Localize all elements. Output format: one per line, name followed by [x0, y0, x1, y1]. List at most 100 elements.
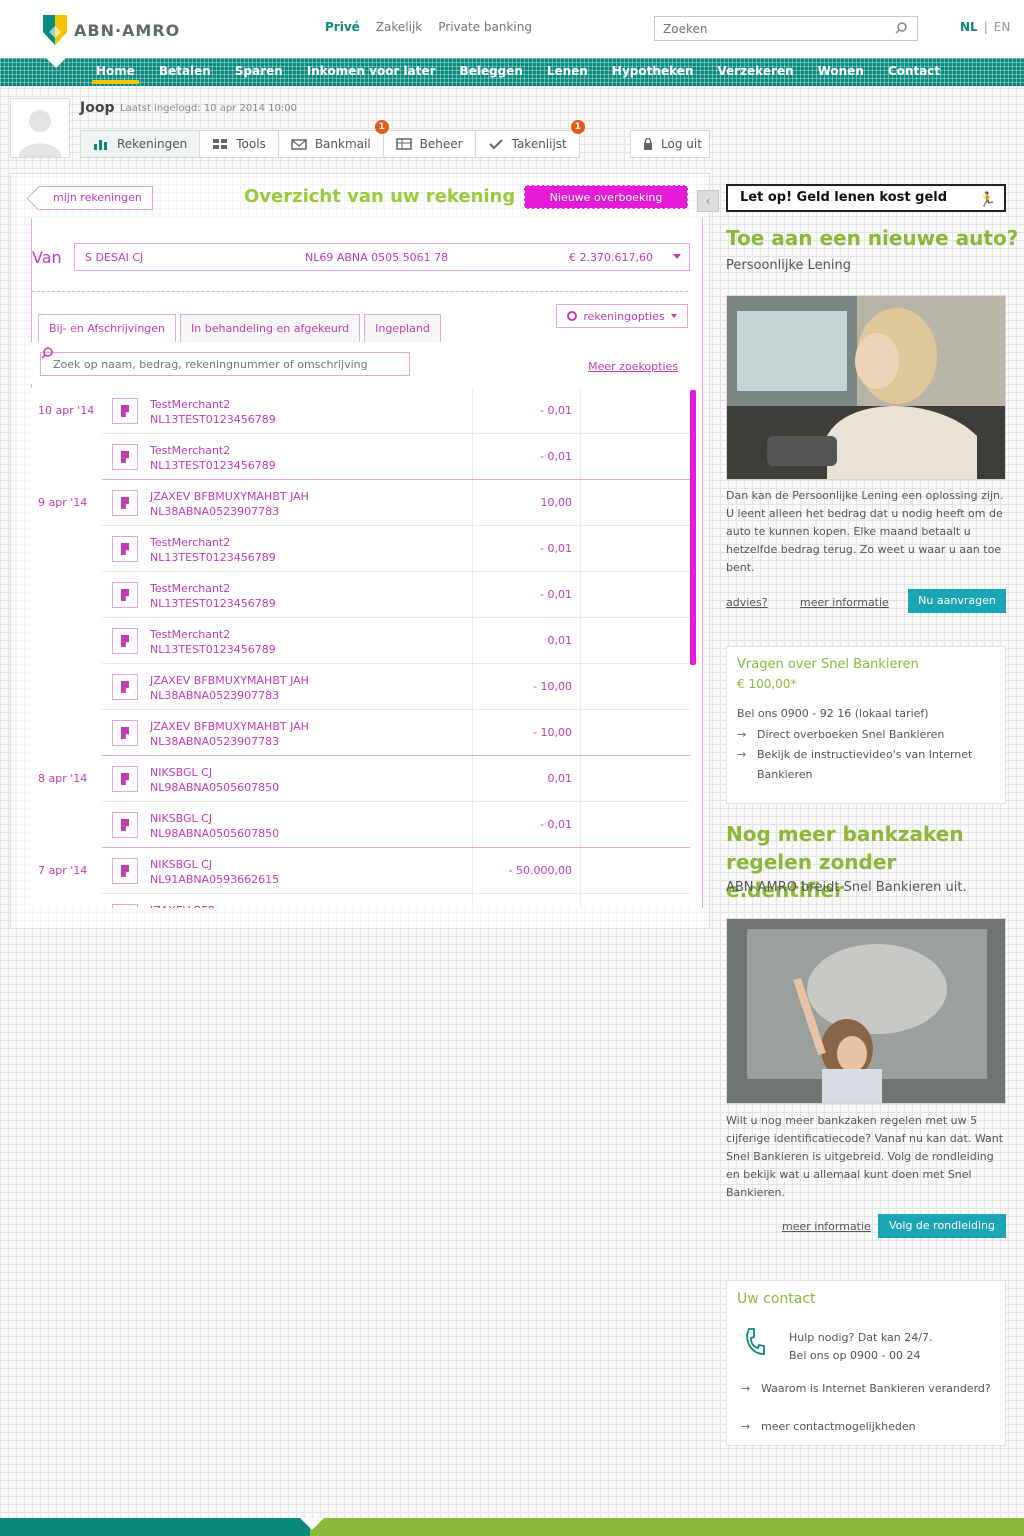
- car-ad-title[interactable]: Toe aan een nieuwe auto?: [726, 226, 1018, 250]
- account-selector[interactable]: S DESAI CJ NL69 ABNA 0505 5061 78 € 2.37…: [74, 243, 690, 271]
- nav-betalen[interactable]: Betalen: [147, 64, 223, 86]
- toolbar-takenlijst[interactable]: Takenlijst 1: [476, 120, 585, 157]
- segment-prive[interactable]: Privé: [325, 20, 360, 34]
- counterparty-iban: NL13TEST0123456789: [150, 551, 276, 564]
- toolbar-bankmail[interactable]: Bankmail 1: [279, 120, 389, 157]
- girl-at-window-image: [727, 919, 1005, 1103]
- segment-zakelijk[interactable]: Zakelijk: [376, 20, 422, 34]
- account-options-button[interactable]: rekeningopties: [556, 304, 688, 328]
- tab-ingepland[interactable]: Ingepland: [364, 314, 441, 342]
- transaction-row[interactable]: 7 apr '14 NIKSBGL CJ NL91ABNA0593662615 - 5…: [30, 848, 690, 894]
- column-divider: [580, 894, 581, 908]
- merchant-icon: [112, 536, 138, 562]
- check-icon: [488, 139, 503, 150]
- column-divider: [472, 756, 473, 801]
- follow-tour-button[interactable]: Volg de rondleiding: [878, 1214, 1006, 1238]
- more-search-options-link[interactable]: Meer zoekopties: [588, 360, 678, 373]
- card-price: € 100,00*: [737, 677, 797, 691]
- merchant-icon: [112, 490, 138, 516]
- transaction-row[interactable]: JZAXEV BFBMUXYMAHBT JAH NL38ABNA052390778…: [30, 710, 690, 756]
- transaction-row[interactable]: TestMerchant2 NL13TEST0123456789 - 0,01: [30, 434, 690, 480]
- brand-name: ABN·AMRO: [74, 20, 181, 40]
- transaction-cell: JZAXEV BFBMUXYMAHBT JAH NL38ABNA052390778…: [102, 664, 690, 710]
- running-man-icon: 🏃: [978, 192, 996, 208]
- transaction-list: 10 apr '14 TestMerchant2 NL13TEST012345678…: [30, 388, 690, 908]
- counterparty-iban: NL38ABNA0523907783: [150, 505, 280, 518]
- nav-sparen[interactable]: Sparen: [223, 64, 295, 86]
- transaction-row[interactable]: TestMerchant2 NL13TEST0123456789 0,01: [30, 618, 690, 664]
- column-divider: [472, 664, 473, 709]
- transaction-cell: NIKSBGL CJ NL98ABNA0505607850 - 0,01: [102, 802, 690, 848]
- nav-lenen[interactable]: Lenen: [535, 64, 600, 86]
- transaction-row[interactable]: JZAXEV BFB: [30, 894, 690, 908]
- collapse-handle-icon[interactable]: ‹: [697, 190, 719, 212]
- transaction-row[interactable]: 10 apr '14 TestMerchant2 NL13TEST012345678…: [30, 388, 690, 434]
- account-holder: S DESAI CJ: [85, 250, 144, 264]
- contact-link-why-changed[interactable]: Waarom is Internet Bankieren veranderd?: [741, 1379, 991, 1399]
- column-divider: [580, 848, 581, 893]
- toolbar-tools[interactable]: Tools: [200, 131, 279, 157]
- snel-link-instructievideo[interactable]: Bekijk de instructievideo's van Internet…: [737, 745, 987, 785]
- back-to-accounts-button[interactable]: mijn rekeningen: [38, 186, 153, 210]
- phone-icon: [746, 1328, 765, 1355]
- merchant-icon: [112, 812, 138, 838]
- advies-link[interactable]: advies?: [726, 596, 768, 609]
- column-divider: [472, 434, 473, 479]
- toolbar-label: Rekeningen: [117, 137, 188, 151]
- nav-home[interactable]: Home: [84, 64, 147, 86]
- transaction-row[interactable]: 9 apr '14 JZAXEV BFBMUXYMAHBT JAH NL38ABNA…: [30, 480, 690, 526]
- filter-box: [40, 347, 410, 376]
- mail-icon: [291, 139, 307, 150]
- segment-private-banking[interactable]: Private banking: [438, 20, 532, 34]
- counterparty-iban: NL13TEST0123456789: [150, 459, 276, 472]
- search-input[interactable]: [655, 17, 885, 40]
- toolbar-beheer[interactable]: Beheer: [384, 131, 476, 157]
- column-divider: [580, 526, 581, 571]
- car-ad-links: advies? meer informatie Nu aanvragen: [726, 589, 1006, 618]
- divider: [32, 291, 688, 292]
- transaction-row[interactable]: JZAXEV BFBMUXYMAHBT JAH NL38ABNA052390778…: [30, 664, 690, 710]
- edentifier-more-link[interactable]: meer informatie: [782, 1220, 882, 1233]
- transaction-amount: 10,00: [540, 496, 573, 509]
- nav-hypotheken[interactable]: Hypotheken: [600, 64, 705, 86]
- scrollbar[interactable]: [690, 390, 696, 665]
- footer-green: [310, 1518, 1024, 1536]
- contact-link-more[interactable]: meer contactmogelijkheden: [741, 1417, 991, 1437]
- logout-button[interactable]: Log uit: [630, 130, 710, 158]
- nav-contact[interactable]: Contact: [876, 64, 952, 86]
- nav-inkomen-voor-later[interactable]: Inkomen voor later: [295, 64, 448, 86]
- nav-beleggen[interactable]: Beleggen: [447, 64, 534, 86]
- user-name: Joop: [80, 100, 115, 116]
- transaction-row[interactable]: TestMerchant2 NL13TEST0123456789 - 0,01: [30, 526, 690, 572]
- counterparty-name: JZAXEV BFBMUXYMAHBT JAH: [150, 674, 309, 687]
- van-label: Van: [32, 248, 62, 267]
- lock-icon: [644, 138, 652, 150]
- new-transfer-button[interactable]: Nieuwe overboeking: [524, 185, 688, 209]
- merchant-icon: [112, 858, 138, 884]
- tab-in-behandeling[interactable]: In behandeling en afgekeurd: [180, 314, 361, 342]
- merchant-icon: [112, 628, 138, 654]
- transaction-row[interactable]: 8 apr '14 NIKSBGL CJ NL98ABNA0505607850 0,0…: [30, 756, 690, 802]
- user-toolbar: Rekeningen Tools Bankmail 1 Beheer Taken…: [80, 120, 585, 158]
- nav-verzekeren[interactable]: Verzekeren: [705, 64, 805, 86]
- transaction-amount: - 0,01: [540, 404, 572, 417]
- snel-link-overboeken[interactable]: Direct overboeken Snel Bankieren: [737, 725, 987, 745]
- column-divider: [472, 618, 473, 663]
- toolbar-rekeningen[interactable]: Rekeningen: [81, 131, 201, 157]
- transaction-row[interactable]: NIKSBGL CJ NL98ABNA0505607850 - 0,01: [30, 802, 690, 848]
- lang-en[interactable]: EN: [994, 20, 1011, 34]
- tab-bij-en-afschrijvingen[interactable]: Bij- en Afschrijvingen: [38, 314, 177, 342]
- edentifier-ad-subtitle: ABN AMRO breidt Snel Bankieren uit.: [726, 880, 967, 895]
- lang-nl[interactable]: NL: [960, 20, 978, 34]
- nav-wonen[interactable]: Wonen: [806, 64, 876, 86]
- apply-now-button[interactable]: Nu aanvragen: [908, 589, 1006, 613]
- car-ad-more-link[interactable]: meer informatie: [800, 596, 889, 609]
- lang-separator: |: [983, 20, 988, 34]
- transaction-search-input[interactable]: [41, 353, 401, 375]
- transaction-row[interactable]: TestMerchant2 NL13TEST0123456789 - 0,01: [30, 572, 690, 618]
- transaction-tabs: Bij- en Afschrijvingen In behandeling en…: [38, 314, 441, 342]
- nav-notch: [44, 56, 68, 68]
- search-icon[interactable]: [895, 22, 907, 34]
- column-divider: [472, 526, 473, 571]
- abn-amro-logo[interactable]: ABN·AMRO: [42, 14, 180, 46]
